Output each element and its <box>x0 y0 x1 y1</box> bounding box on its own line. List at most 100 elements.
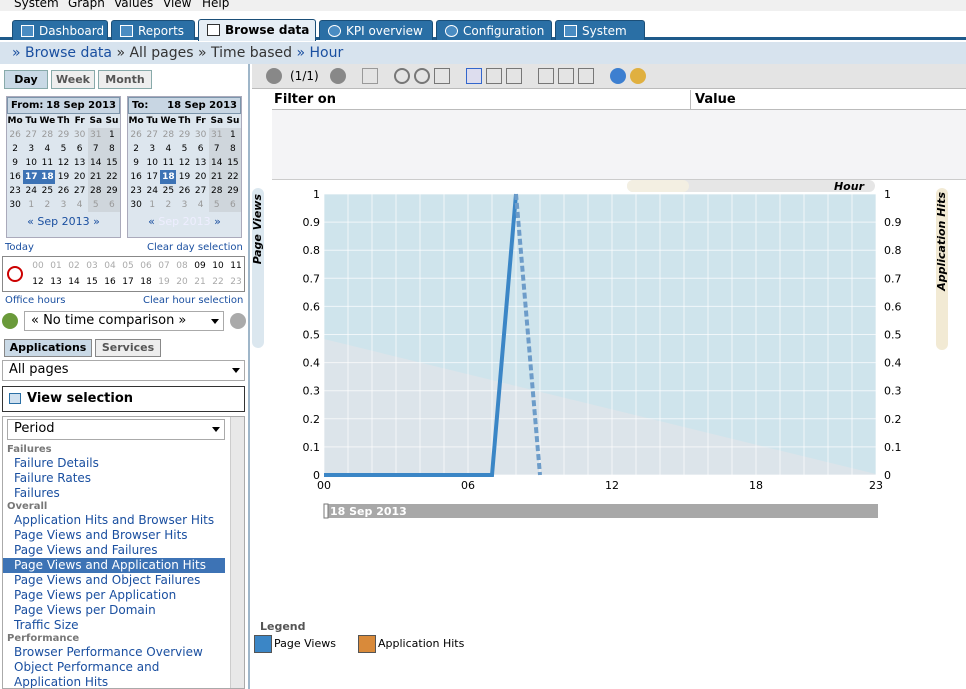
calendar-day[interactable]: 31 <box>208 128 225 142</box>
calendar-day[interactable]: 27 <box>193 184 209 198</box>
next-month-icon[interactable]: » <box>214 215 221 228</box>
calendar-day[interactable]: 22 <box>224 170 241 184</box>
hour-cell[interactable]: 12 <box>30 277 46 287</box>
calendar-day[interactable]: 5 <box>55 142 71 156</box>
next-month-icon[interactable]: » <box>93 215 100 228</box>
calendar-day[interactable]: 22 <box>103 170 120 184</box>
calendar-day[interactable]: 27 <box>72 184 88 198</box>
tab-week[interactable]: Week <box>51 70 95 89</box>
calendar-day[interactable]: 26 <box>128 128 144 142</box>
calendar-day[interactable]: 28 <box>39 128 55 142</box>
calendar-day[interactable]: 10 <box>23 156 39 170</box>
tab-reports[interactable]: Reports <box>111 20 195 40</box>
calendar-day[interactable]: 2 <box>39 198 55 212</box>
calendar-day[interactable]: 28 <box>87 184 104 198</box>
calendar-day[interactable]: 12 <box>176 156 192 170</box>
calendar-day[interactable]: 2 <box>160 198 176 212</box>
menu-system[interactable]: System <box>14 0 59 10</box>
calendar-day[interactable]: 7 <box>87 142 104 156</box>
hour-cell[interactable]: 15 <box>84 277 100 287</box>
calendar-day[interactable]: 4 <box>72 198 88 212</box>
previous-arrow-icon[interactable] <box>2 313 18 329</box>
calendar-day[interactable]: 4 <box>39 142 55 156</box>
calendar-day[interactable]: 21 <box>87 170 104 184</box>
line-chart-icon[interactable] <box>466 68 482 84</box>
hour-cell[interactable]: 10 <box>210 261 226 271</box>
lock-icon[interactable] <box>434 68 450 84</box>
calendar-day[interactable]: 17 <box>144 170 160 184</box>
calendar-day[interactable]: 25 <box>39 184 55 198</box>
list-item[interactable]: Failures <box>3 486 225 501</box>
calendar-day[interactable]: 16 <box>128 170 144 184</box>
time-comparison-select[interactable]: « No time comparison » <box>24 311 224 331</box>
calendar-day[interactable]: 16 <box>7 170 23 184</box>
tab-applications[interactable]: Applications <box>4 339 92 357</box>
calendar-day[interactable]: 6 <box>103 198 120 212</box>
calendar-day[interactable]: 3 <box>23 142 39 156</box>
calendar-day[interactable]: 1 <box>103 128 120 142</box>
calendar-day[interactable]: 13 <box>193 156 209 170</box>
calendar-day[interactable]: 7 <box>208 142 225 156</box>
calendar-day[interactable]: 1 <box>144 198 160 212</box>
scrollbar[interactable] <box>230 417 244 688</box>
list-item[interactable]: Page Views and Failures <box>3 543 225 558</box>
calendar-day[interactable]: 4 <box>160 142 176 156</box>
hour-cell[interactable]: 03 <box>84 261 100 271</box>
calendar-day[interactable]: 29 <box>103 184 120 198</box>
menu-help[interactable]: Help <box>202 0 229 10</box>
bar-chart-icon[interactable] <box>486 68 502 84</box>
clear-day-link[interactable]: Clear day selection <box>147 242 243 253</box>
menu-view[interactable]: View <box>163 0 191 10</box>
calendar-day[interactable]: 18 <box>39 170 56 184</box>
hour-cell[interactable]: 07 <box>156 261 172 271</box>
calendar-day[interactable]: 1 <box>23 198 39 212</box>
tab-kpi-overview[interactable]: KPI overview <box>319 20 433 40</box>
prev-month-icon[interactable]: « <box>27 215 34 228</box>
calendar-day[interactable]: 3 <box>55 198 71 212</box>
hour-cell[interactable]: 09 <box>192 261 208 271</box>
calendar-day[interactable]: 29 <box>224 184 241 198</box>
prev-month-icon[interactable]: « <box>148 215 155 228</box>
hour-cell[interactable]: 19 <box>156 277 172 287</box>
calendar-day[interactable]: 19 <box>55 170 71 184</box>
from-month-nav[interactable]: « Sep 2013 » <box>7 215 120 229</box>
calendar-day[interactable]: 8 <box>103 142 120 156</box>
view-selection-header[interactable]: View selection <box>2 386 245 412</box>
table-icon[interactable] <box>506 68 522 84</box>
hour-cell[interactable]: 01 <box>48 261 64 271</box>
calendar-day[interactable]: 23 <box>7 184 23 198</box>
list-item[interactable]: Failure Rates <box>3 471 225 486</box>
calendar-day[interactable]: 5 <box>208 198 225 212</box>
calendar-day[interactable]: 14 <box>208 156 225 170</box>
calendar-day[interactable]: 9 <box>7 156 23 170</box>
breadcrumb-browse-data[interactable]: Browse data <box>25 45 112 61</box>
hour-cell[interactable]: 05 <box>120 261 136 271</box>
calendar-day[interactable]: 26 <box>7 128 23 142</box>
calendar-day[interactable]: 24 <box>23 184 39 198</box>
calendar-day[interactable]: 26 <box>55 184 71 198</box>
calendar-day[interactable]: 30 <box>7 198 23 212</box>
calendar-day[interactable]: 30 <box>193 128 209 142</box>
hour-cell[interactable]: 06 <box>138 261 154 271</box>
calendar-day[interactable]: 18 <box>160 170 177 184</box>
calendar-day[interactable]: 4 <box>193 198 209 212</box>
list-item[interactable]: Browser Performance Overview <box>3 645 225 660</box>
tab-configuration[interactable]: Configuration <box>436 20 552 40</box>
export-icon[interactable] <box>538 68 554 84</box>
menu-graph[interactable]: Graph <box>68 0 105 10</box>
office-hours-link[interactable]: Office hours <box>5 295 65 306</box>
zoom-out-icon[interactable] <box>394 68 410 84</box>
list-item[interactable]: Application Hits <box>3 675 225 688</box>
period-select[interactable]: Period <box>7 419 225 440</box>
calendar-day[interactable]: 31 <box>87 128 104 142</box>
hour-cell[interactable]: 14 <box>66 277 82 287</box>
hour-cell[interactable]: 02 <box>66 261 82 271</box>
calendar-day[interactable]: 3 <box>176 198 192 212</box>
calendar-day[interactable]: 5 <box>176 142 192 156</box>
hour-cell[interactable]: 08 <box>174 261 190 271</box>
calendar-day[interactable]: 30 <box>72 128 88 142</box>
tab-services[interactable]: Services <box>95 339 161 357</box>
today-link[interactable]: Today <box>5 242 34 253</box>
clear-hour-link[interactable]: Clear hour selection <box>143 295 243 306</box>
list-item[interactable]: Object Performance and <box>3 660 225 675</box>
